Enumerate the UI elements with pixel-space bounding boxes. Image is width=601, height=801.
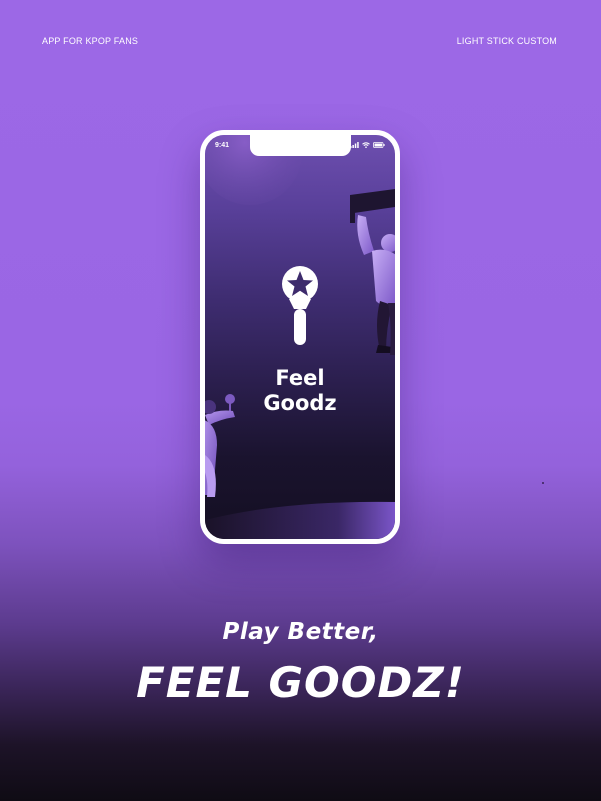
app-name-line1: Feel [275, 366, 325, 390]
header-right-label: LIGHT STICK CUSTOM [456, 36, 557, 46]
hill-decoration [205, 501, 395, 539]
fan-figure-right-illustration [350, 189, 395, 355]
phone-mockup: 9:41 Feel Goodz [200, 130, 400, 544]
status-icons [350, 142, 385, 148]
hero-headline: FEEL GOODZ! [136, 658, 465, 707]
light-stick-star-icon [282, 266, 318, 345]
header-left-label: APP FOR KPOP FANS [42, 36, 139, 46]
wifi-icon [362, 142, 370, 148]
battery-icon [373, 142, 385, 148]
signal-icon [350, 142, 359, 148]
dot-decoration [542, 482, 544, 484]
app-name-line2: Goodz [263, 391, 337, 415]
hero-tagline: Play Better, [222, 619, 379, 645]
phone-notch [250, 135, 351, 156]
phone-screen: 9:41 Feel Goodz [205, 135, 395, 539]
status-time: 9:41 [215, 142, 230, 149]
